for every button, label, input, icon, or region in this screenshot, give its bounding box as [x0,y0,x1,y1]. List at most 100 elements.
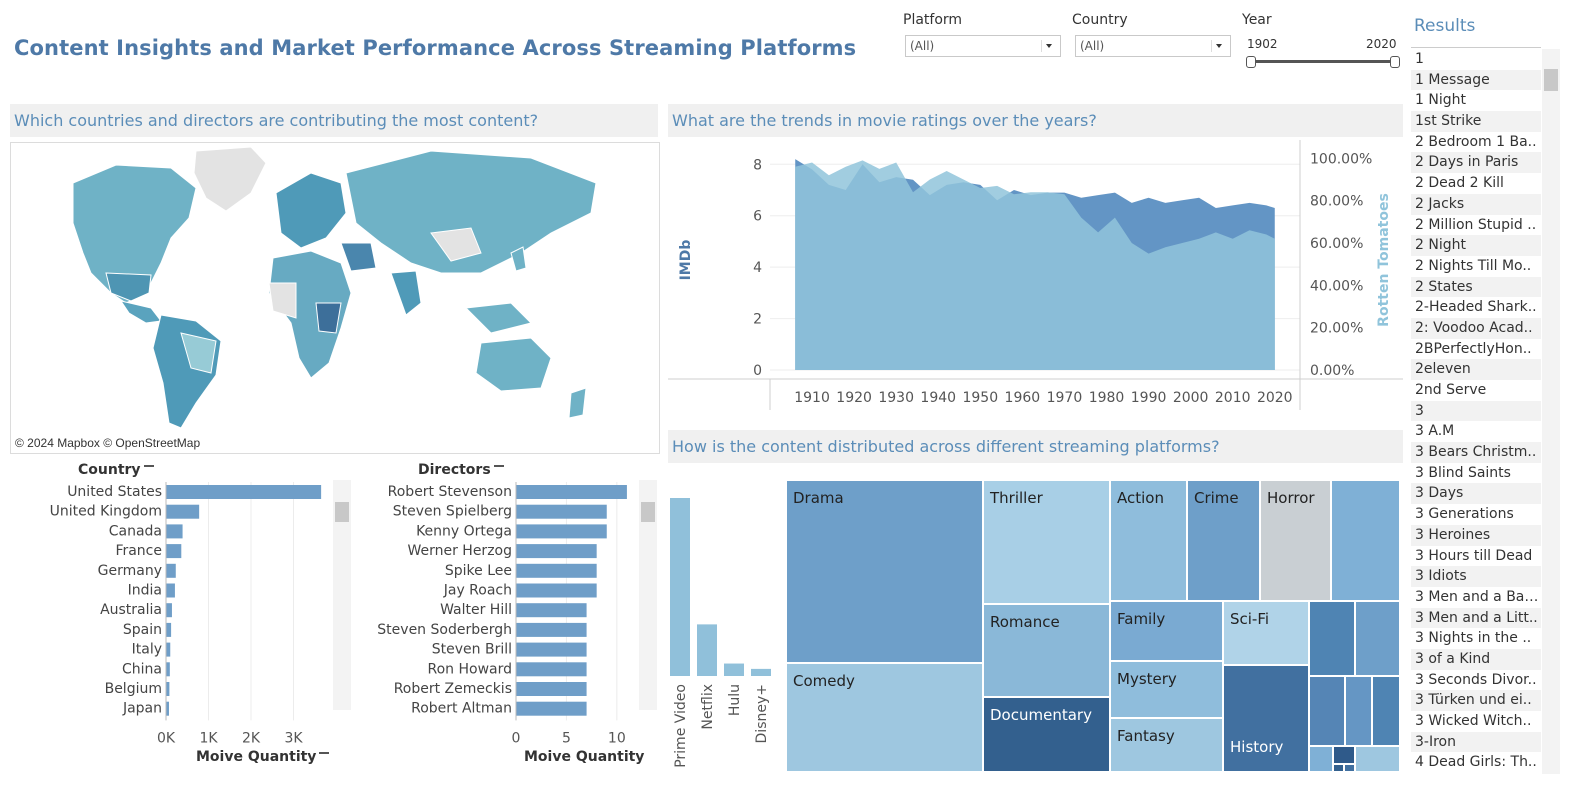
year-slider-min-handle[interactable] [1246,56,1256,68]
treemap-cell-small[interactable] [1333,746,1355,764]
results-list-item[interactable]: 1st Strike [1411,111,1541,132]
treemap-cell[interactable]: Drama [786,480,983,663]
results-list-item[interactable]: 3 Idiots [1411,566,1541,587]
results-list-item[interactable]: 2 Million Stupid .. [1411,215,1541,236]
results-list-item[interactable]: 2BPerfectlyHon.. [1411,339,1541,360]
treemap-cell-small[interactable] [1355,601,1400,676]
directors-chart-scrollbar[interactable] [639,480,657,710]
year-slider-max-handle[interactable] [1390,56,1400,68]
results-list-item[interactable]: 2 Days in Paris [1411,152,1541,174]
genre-treemap[interactable]: Drama Comedy Thriller Romance Documentary Act… [786,480,1400,772]
results-list-item[interactable]: 3 Türken und ei.. [1411,690,1541,711]
results-list-item[interactable]: 2 Bedroom 1 Ba.. [1411,132,1541,153]
results-list-item[interactable]: 2 Dead 2 Kill [1411,173,1541,194]
treemap-cell-small[interactable] [1331,480,1400,601]
treemap-cell-small[interactable] [1345,676,1372,746]
results-scrollbar[interactable] [1542,49,1560,774]
results-list-item[interactable]: 2nd Serve [1411,380,1541,401]
treemap-cell-small[interactable] [1309,601,1355,676]
treemap-cell[interactable]: Mystery [1110,661,1223,718]
treemap-cell[interactable]: Comedy [786,663,983,772]
results-scroll-thumb[interactable] [1544,69,1558,91]
platform-filter-value: (All) [910,39,935,53]
results-list-item[interactable]: 3 Heroines [1411,524,1541,546]
treemap-cell-small[interactable] [1309,746,1333,772]
results-list-item[interactable]: 1 Night [1411,90,1541,111]
treemap-cell-small[interactable] [1372,676,1400,746]
treemap-cell[interactable]: History [1223,665,1309,772]
x-tick-label: 2K [242,730,261,746]
country-chart-scrollbar[interactable] [333,480,351,710]
results-list-item[interactable]: 3 Nights in the .. [1411,628,1541,649]
world-map[interactable]: © 2024 Mapbox © OpenStreetMap [10,142,660,454]
results-list-item[interactable]: 2: Voodoo Acad.. [1411,317,1541,339]
results-list-item[interactable]: 3 Bears Christm.. [1411,442,1541,463]
treemap-cell[interactable]: Fantasy [1110,718,1223,772]
year-slider-track[interactable] [1250,60,1396,63]
results-list-item[interactable]: 3 of a Kind [1411,648,1541,670]
results-list-item[interactable]: 3 Seconds Divor.. [1411,670,1541,691]
platform-filter-label: Platform [903,12,963,28]
results-list-item[interactable]: 2 Jacks [1411,193,1541,215]
platform-filter-select[interactable]: (All) [905,35,1061,57]
year-max-label: 2020 [1366,37,1397,51]
results-list-item[interactable]: 1 Message [1411,69,1541,91]
results-list-item[interactable]: 3 Days [1411,483,1541,505]
country-chart-header[interactable]: Country [78,462,154,478]
sort-icon[interactable] [143,464,154,476]
ratings-area-chart: 024680.00%20.00%40.00%60.00%80.00%100.00… [668,140,1403,410]
treemap-cell[interactable]: Horror [1260,480,1331,601]
results-list-item[interactable]: 3 Generations [1411,504,1541,525]
bar [516,682,587,696]
treemap-cell-small[interactable] [1355,746,1400,772]
country-filter-select[interactable]: (All) [1075,35,1231,57]
treemap-cell-small[interactable] [1309,676,1345,746]
treemap-cell[interactable]: Thriller [983,480,1110,604]
directors-chart-header[interactable]: Directors [418,462,504,478]
map-region-southeast-asia[interactable] [464,302,532,334]
results-list-item[interactable]: 3 [1411,400,1541,422]
results-list-item[interactable]: 2 Nights Till Mo.. [1411,256,1541,277]
treemap-cell[interactable]: Sci-Fi [1223,601,1309,665]
bar [166,622,172,637]
results-list-item[interactable]: 2-Headed Shark.. [1411,297,1541,318]
results-list-item[interactable]: 3 Hours till Dead [1411,546,1541,567]
treemap-cell[interactable]: Romance [983,604,1110,697]
treemap-cell[interactable]: Family [1110,601,1223,661]
sort-icon[interactable] [493,464,504,476]
treemap-cell[interactable]: Documentary [983,697,1110,772]
bar-category-label: India [128,583,162,599]
country-scroll-thumb[interactable] [335,502,349,522]
results-list-item[interactable]: 2eleven [1411,359,1541,380]
sort-icon[interactable] [319,751,330,763]
map-region-mexico[interactable] [119,300,162,324]
results-list-item[interactable]: 3-Iron [1411,731,1541,753]
map-region-usa[interactable] [105,272,152,302]
map-region-greenland[interactable] [193,146,267,212]
results-list[interactable]: 11 Message 1 Night 1st Strike 2 Bedroom 1 B… [1411,49,1541,784]
treemap-cell[interactable]: Crime [1187,480,1260,601]
treemap-cell[interactable]: Action [1110,480,1187,601]
directors-scroll-thumb[interactable] [641,502,655,522]
results-list-item[interactable]: 4 Dead Girls: Th.. [1411,752,1541,773]
results-list-item[interactable]: 3 A.M [1411,421,1541,442]
map-region-middle-east[interactable] [340,242,377,272]
results-list-item[interactable]: 1 [1411,49,1541,70]
country-chart-xlabel[interactable]: Moive Quantity [196,749,330,765]
map-region-india[interactable] [390,270,422,316]
map-region-west-africa[interactable] [268,282,297,319]
bar-category-label: Robert Zemeckis [394,681,512,697]
results-list-item[interactable]: 3 Wicked Witch.. [1411,711,1541,732]
map-region-east-africa[interactable] [315,302,342,334]
results-list-item[interactable]: 3 Men and a Litt.. [1411,607,1541,629]
results-list-item[interactable]: 2 Night [1411,235,1541,256]
treemap-cell-small[interactable] [1344,764,1355,772]
results-list-item[interactable]: 2 States [1411,276,1541,298]
map-region-australia[interactable] [475,337,552,392]
results-list-item[interactable]: 3 Men and a Baby [1411,587,1541,608]
map-region-europe[interactable] [275,172,347,249]
results-list-item[interactable]: 3 Blind Saints [1411,463,1541,484]
bar [516,583,597,598]
treemap-cell-small[interactable] [1333,764,1344,772]
map-region-new-zealand[interactable] [568,387,587,419]
